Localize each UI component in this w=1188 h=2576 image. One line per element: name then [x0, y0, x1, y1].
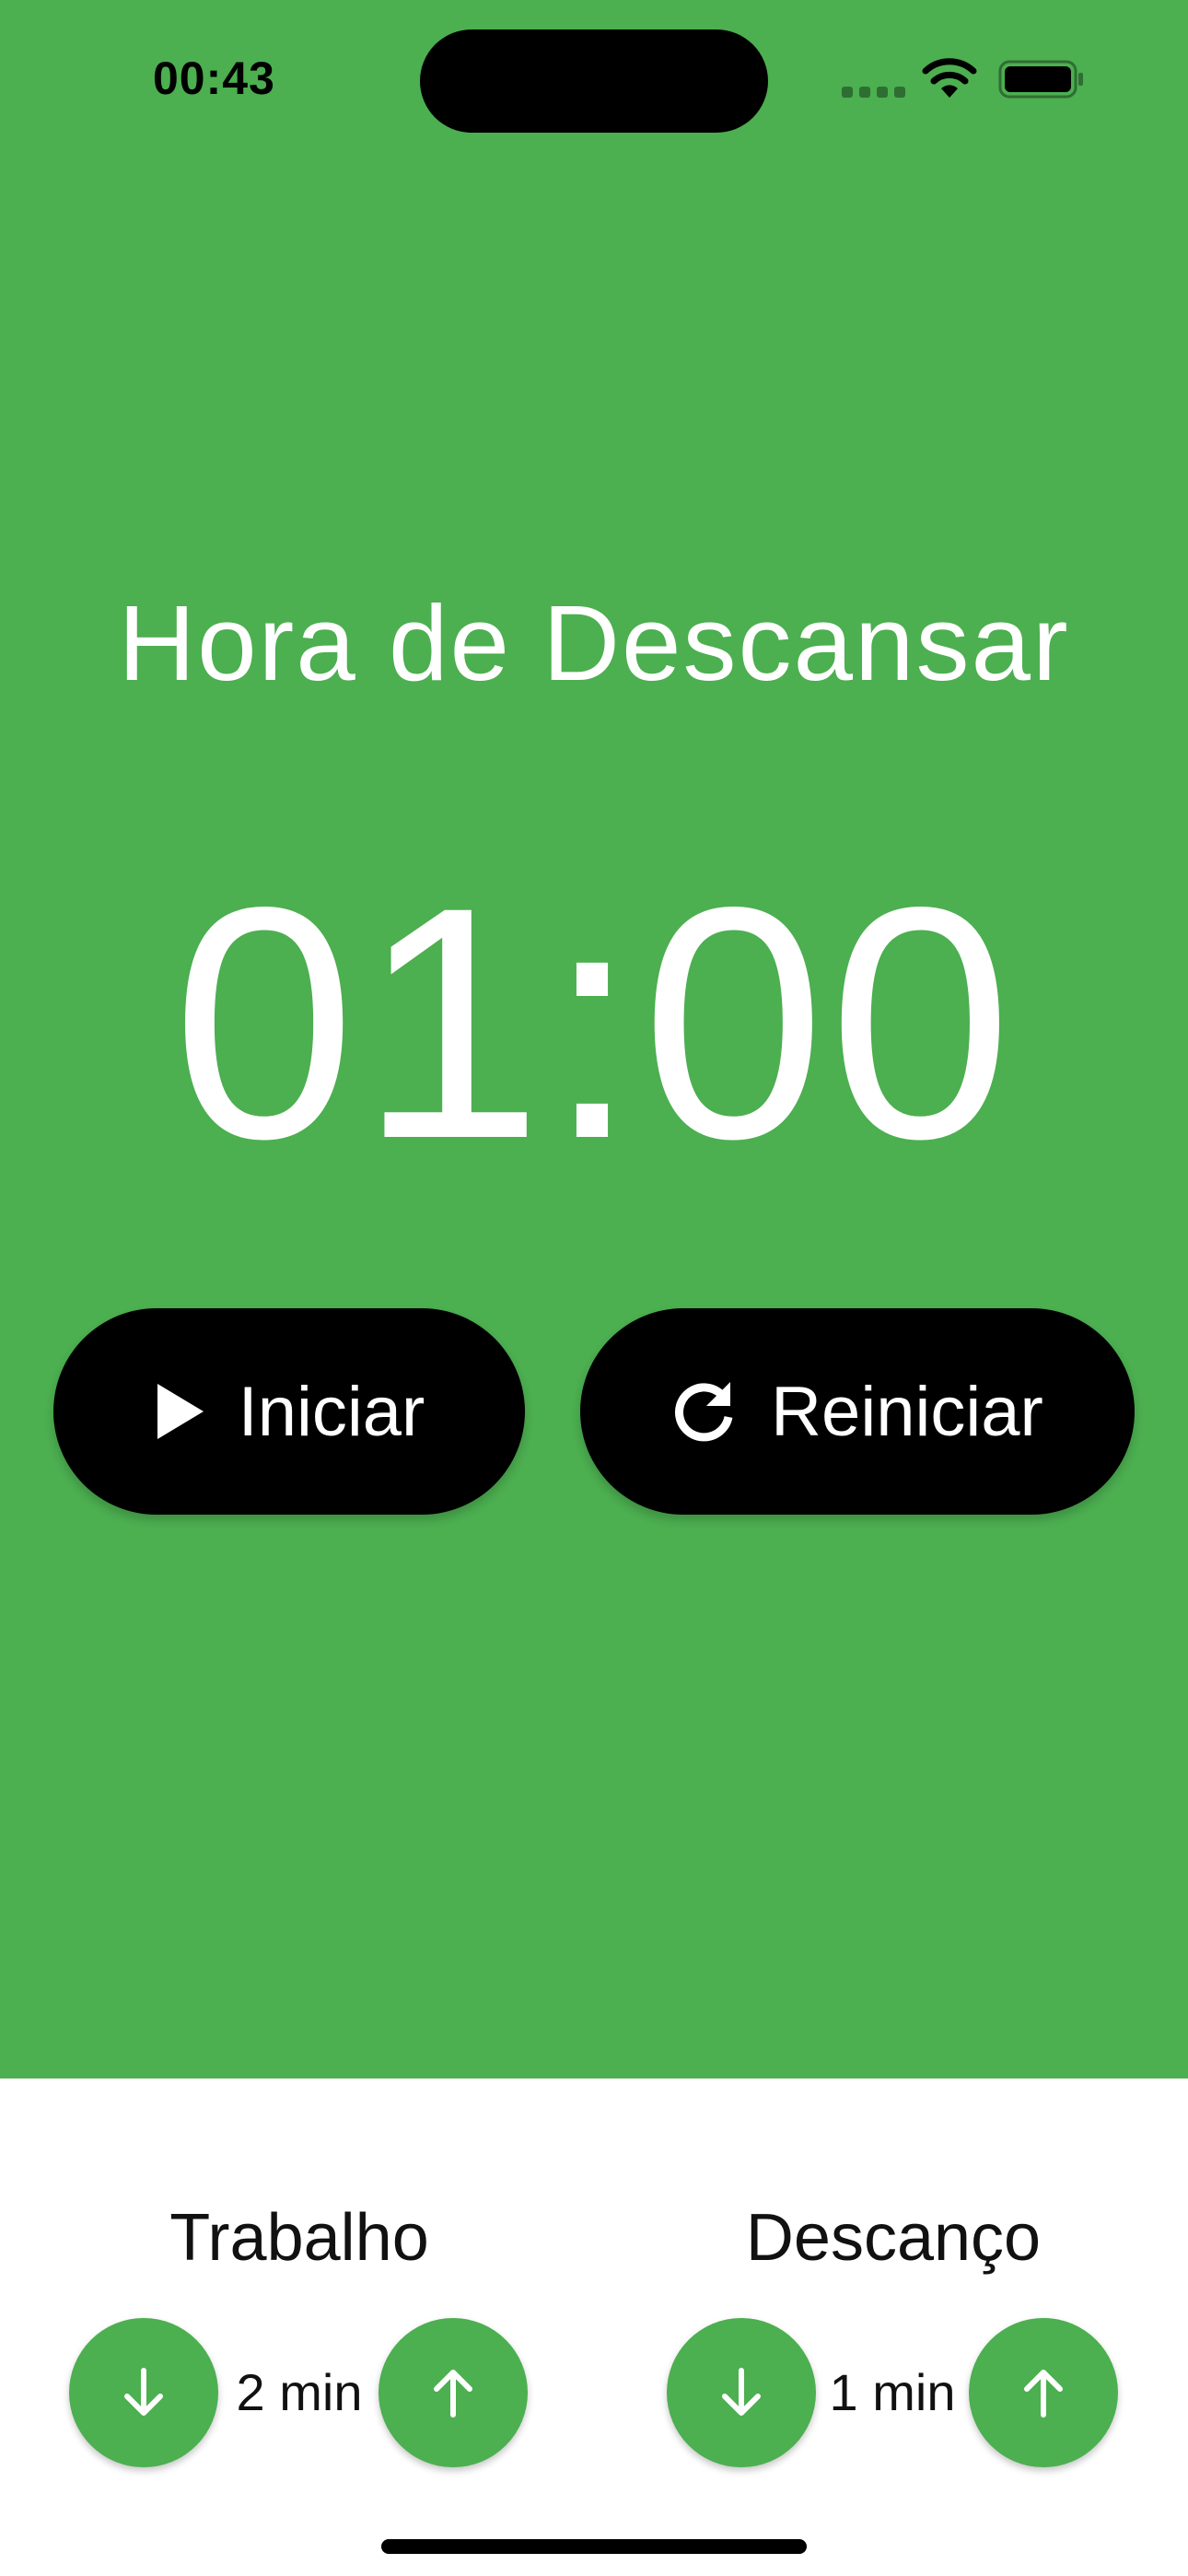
reset-button-label: Reiniciar — [771, 1372, 1043, 1451]
work-duration-value: 2 min — [236, 2363, 363, 2421]
arrow-up-icon — [434, 2370, 472, 2418]
start-button-label: Iniciar — [238, 1372, 425, 1451]
cellular-signal-icon — [842, 87, 906, 98]
home-indicator[interactable] — [381, 2539, 807, 2554]
rest-decrease-button[interactable] — [667, 2318, 816, 2467]
work-duration-label: Trabalho — [169, 2201, 429, 2275]
work-increase-button[interactable] — [379, 2318, 528, 2467]
play-icon — [154, 1382, 205, 1441]
phase-title: Hora de Descansar — [118, 583, 1070, 703]
work-decrease-button[interactable] — [69, 2318, 218, 2467]
status-time: 00:43 — [153, 53, 275, 104]
countdown-timer: 01:00 — [172, 838, 1016, 1207]
rest-duration-label: Descanço — [745, 2201, 1042, 2275]
rest-increase-button[interactable] — [969, 2318, 1118, 2467]
refresh-icon — [671, 1378, 738, 1445]
arrow-down-icon — [124, 2368, 163, 2416]
reset-button[interactable]: Reiniciar — [580, 1308, 1135, 1515]
arrow-down-icon — [722, 2368, 761, 2416]
dynamic-island — [420, 29, 768, 133]
battery-icon — [998, 60, 1083, 99]
wifi-icon — [922, 58, 977, 98]
arrow-up-icon — [1024, 2370, 1063, 2418]
rest-duration-value: 1 min — [829, 2363, 956, 2421]
start-button[interactable]: Iniciar — [53, 1308, 525, 1515]
